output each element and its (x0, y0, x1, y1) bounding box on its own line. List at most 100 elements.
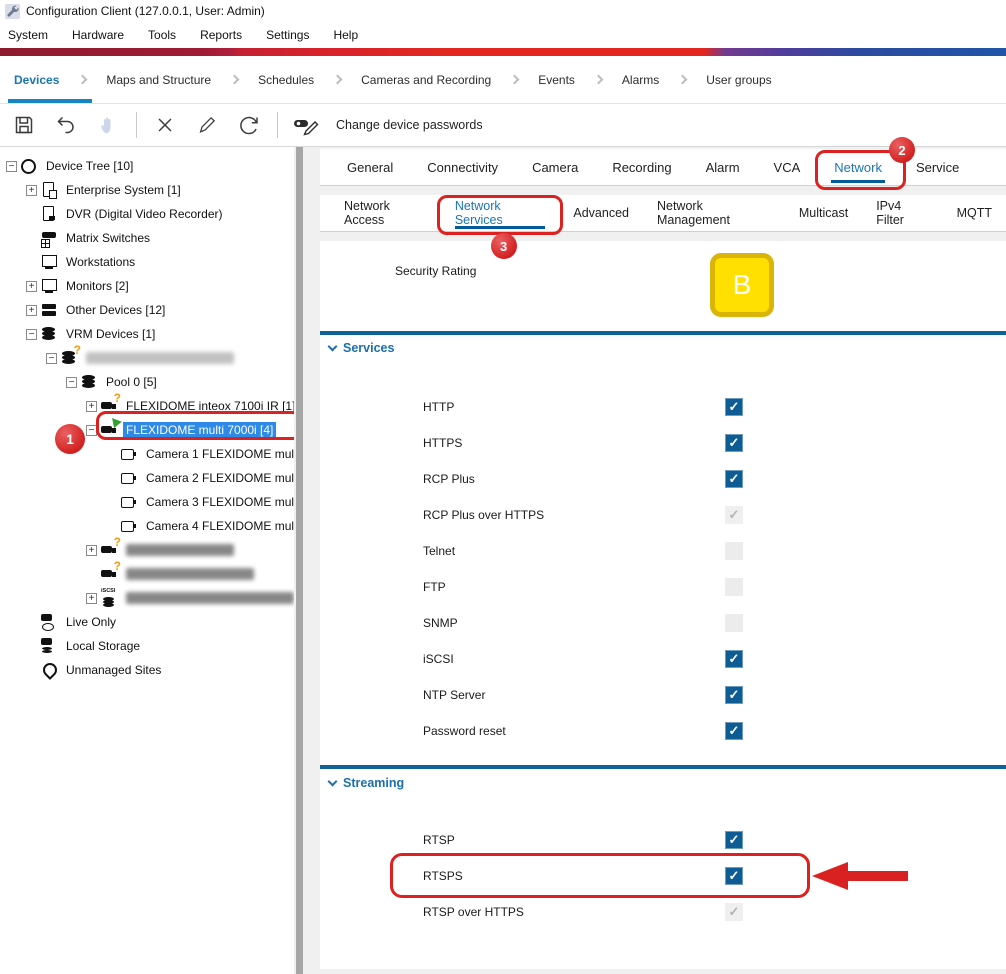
undo-button[interactable] (52, 111, 80, 139)
section-title: Streaming (343, 776, 404, 790)
tab-network[interactable]: Network 2 (817, 149, 899, 185)
tree-item-redacted-iscsi[interactable]: iSCSI (0, 586, 294, 610)
tree-item-label: Other Devices [12] (63, 302, 168, 318)
expander-icon[interactable] (86, 425, 97, 436)
pan-button-disabled (94, 111, 122, 139)
workflow-schedules[interactable]: Schedules (254, 73, 318, 87)
subtab-network-services[interactable]: Network Services 3 (441, 195, 560, 231)
refresh-button[interactable] (235, 111, 263, 139)
subtab-mqtt[interactable]: MQTT (943, 195, 1006, 231)
tree-item-pool-0[interactable]: Pool 0 [5] (0, 370, 294, 394)
service-row-snmp: SNMP (320, 605, 1006, 641)
redacted-label (126, 592, 294, 604)
tree-item-other-devices[interactable]: Other Devices [12] (0, 298, 294, 322)
tree-item-redacted-device[interactable] (0, 538, 294, 562)
tree-item-matrix-switches[interactable]: Matrix Switches (0, 226, 294, 250)
workflow-events[interactable]: Events (534, 73, 579, 87)
tree-item-flexidome-multi-7000i[interactable]: FLEXIDOME multi 7000i [4] (0, 418, 294, 442)
streaming-section-header[interactable]: Streaming (329, 776, 404, 790)
tab-connectivity[interactable]: Connectivity (410, 149, 515, 185)
tree-item-vrm-redacted[interactable] (0, 346, 294, 370)
tree-item-redacted-device[interactable] (0, 562, 294, 586)
dvr-icon (40, 206, 58, 223)
section-divider (320, 331, 1006, 335)
menu-help[interactable]: Help (333, 28, 358, 42)
tree-item-dvr[interactable]: DVR (Digital Video Recorder) (0, 202, 294, 226)
ftp-checkbox (725, 578, 743, 596)
subtab-ipv4-filter[interactable]: IPv4 Filter (862, 195, 942, 231)
subtab-network-access[interactable]: Network Access (330, 195, 441, 231)
tree-item-camera-3[interactable]: Camera 3 FLEXIDOME multi (0, 490, 294, 514)
edit-button[interactable] (193, 111, 221, 139)
change-device-passwords-label[interactable]: Change device passwords (336, 118, 483, 132)
tree-item-camera-4[interactable]: Camera 4 FLEXIDOME multi (0, 514, 294, 538)
chevron-right-icon (593, 75, 603, 85)
scrollbar-thumb[interactable] (296, 147, 303, 974)
rcp-plus-checkbox[interactable] (725, 470, 743, 488)
expander-icon[interactable] (26, 305, 37, 316)
tree-item-monitors[interactable]: Monitors [2] (0, 274, 294, 298)
snmp-checkbox (725, 614, 743, 632)
tree-item-label: VRM Devices [1] (63, 326, 158, 342)
rtsps-checkbox[interactable] (725, 867, 743, 885)
tree-item-unmanaged-sites[interactable]: Unmanaged Sites (0, 658, 294, 682)
window-title: Configuration Client (127.0.0.1, User: A… (26, 4, 265, 18)
expander-icon[interactable] (86, 545, 97, 556)
tree-item-vrm-devices[interactable]: VRM Devices [1] (0, 322, 294, 346)
tab-label: Network (834, 160, 882, 175)
tree-item-camera-1[interactable]: Camera 1 FLEXIDOME multi (0, 442, 294, 466)
http-checkbox[interactable] (725, 398, 743, 416)
save-button[interactable] (10, 111, 38, 139)
tree-item-camera-2[interactable]: Camera 2 FLEXIDOME multi (0, 466, 294, 490)
expander-icon[interactable] (26, 185, 37, 196)
expander-icon[interactable] (26, 329, 37, 340)
tab-alarm[interactable]: Alarm (689, 149, 757, 185)
expander-icon[interactable] (66, 377, 77, 388)
workflow-cameras-and-recording[interactable]: Cameras and Recording (357, 73, 495, 87)
iscsi-checkbox[interactable] (725, 650, 743, 668)
tab-vca[interactable]: VCA (757, 149, 818, 185)
tree-item-device-tree[interactable]: Device Tree [10] (0, 154, 294, 178)
tree-item-local-storage[interactable]: Local Storage (0, 634, 294, 658)
expander-icon[interactable] (46, 353, 57, 364)
tree-item-label: Monitors [2] (63, 278, 132, 294)
menu-system[interactable]: System (8, 28, 48, 42)
menu-settings[interactable]: Settings (266, 28, 309, 42)
subtab-multicast[interactable]: Multicast (785, 195, 862, 231)
tab-camera[interactable]: Camera (515, 149, 595, 185)
ntp-server-checkbox[interactable] (725, 686, 743, 704)
expander-icon[interactable] (86, 593, 97, 604)
expander-icon[interactable] (6, 161, 17, 172)
tree-scrollbar[interactable] (294, 147, 306, 974)
tab-service[interactable]: Service (899, 149, 976, 185)
tree-item-enterprise-system[interactable]: Enterprise System [1] (0, 178, 294, 202)
subtab-advanced[interactable]: Advanced (559, 195, 643, 231)
tab-recording[interactable]: Recording (595, 149, 688, 185)
rtsp-checkbox[interactable] (725, 831, 743, 849)
brand-gradient-bar (0, 48, 1006, 56)
tree-item-flexidome-inteox-7100i[interactable]: FLEXIDOME inteox 7100i IR [1] (0, 394, 294, 418)
change-device-passwords-button[interactable] (292, 111, 320, 139)
tree-item-live-only[interactable]: Live Only (0, 610, 294, 634)
delete-button[interactable] (151, 111, 179, 139)
iscsi-target-icon: iSCSI (100, 590, 118, 607)
menu-tools[interactable]: Tools (148, 28, 176, 42)
menu-reports[interactable]: Reports (200, 28, 242, 42)
services-section-header[interactable]: Services (329, 341, 394, 355)
https-checkbox[interactable] (725, 434, 743, 452)
password-reset-checkbox[interactable] (725, 722, 743, 740)
telnet-checkbox (725, 542, 743, 560)
workflow-user-groups[interactable]: User groups (702, 73, 775, 87)
workflow-maps-and-structure[interactable]: Maps and Structure (102, 73, 215, 87)
tab-general[interactable]: General (330, 149, 410, 185)
expander-icon[interactable] (86, 401, 97, 412)
tree-item-workstations[interactable]: Workstations (0, 250, 294, 274)
subtab-label: IPv4 Filter (876, 199, 928, 227)
subtab-network-management[interactable]: Network Management (643, 195, 785, 231)
service-row-telnet: Telnet (320, 533, 1006, 569)
workflow-alarms[interactable]: Alarms (618, 73, 663, 87)
service-label: SNMP (423, 616, 458, 630)
menu-hardware[interactable]: Hardware (72, 28, 124, 42)
expander-icon[interactable] (26, 281, 37, 292)
workflow-devices[interactable]: Devices (10, 73, 63, 87)
